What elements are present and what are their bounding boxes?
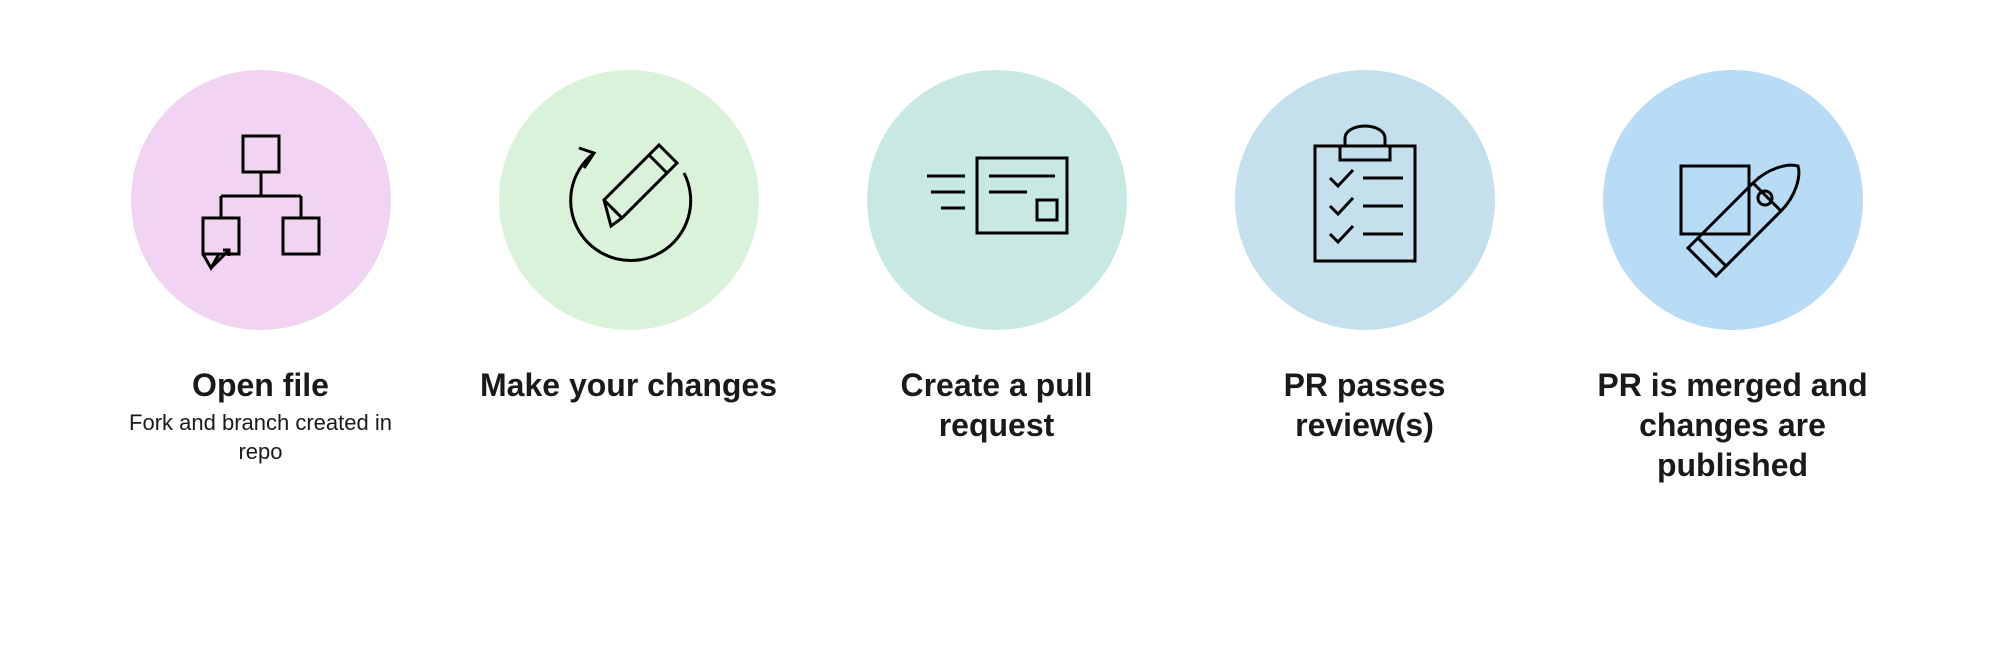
step-circle: [867, 70, 1127, 330]
form-submit-icon: [917, 118, 1077, 283]
step-open-file: Open file Fork and branch created in rep…: [97, 70, 425, 485]
step-circle: [1603, 70, 1863, 330]
step-title: PR passes review(s): [1215, 365, 1515, 445]
step-pr-review: PR passes review(s): [1201, 70, 1529, 485]
step-title: Make your changes: [480, 365, 777, 405]
step-circle: [1235, 70, 1495, 330]
rocket-launch-icon: [1653, 118, 1813, 283]
step-circle: [131, 70, 391, 330]
clipboard-check-icon: [1285, 118, 1445, 283]
step-title: Create a pull request: [847, 365, 1147, 445]
step-pr-merged: PR is merged and changes are published: [1569, 70, 1897, 485]
workflow-steps: Open file Fork and branch created in rep…: [97, 70, 1897, 485]
fork-tree-icon: [181, 118, 341, 283]
pencil-cycle-icon: [549, 118, 709, 283]
step-make-changes: Make your changes: [465, 70, 793, 485]
step-subtitle: Fork and branch created in repo: [121, 409, 401, 466]
step-circle: [499, 70, 759, 330]
step-title: Open file: [192, 365, 329, 405]
step-title: PR is merged and changes are published: [1583, 365, 1883, 485]
step-create-pr: Create a pull request: [833, 70, 1161, 485]
